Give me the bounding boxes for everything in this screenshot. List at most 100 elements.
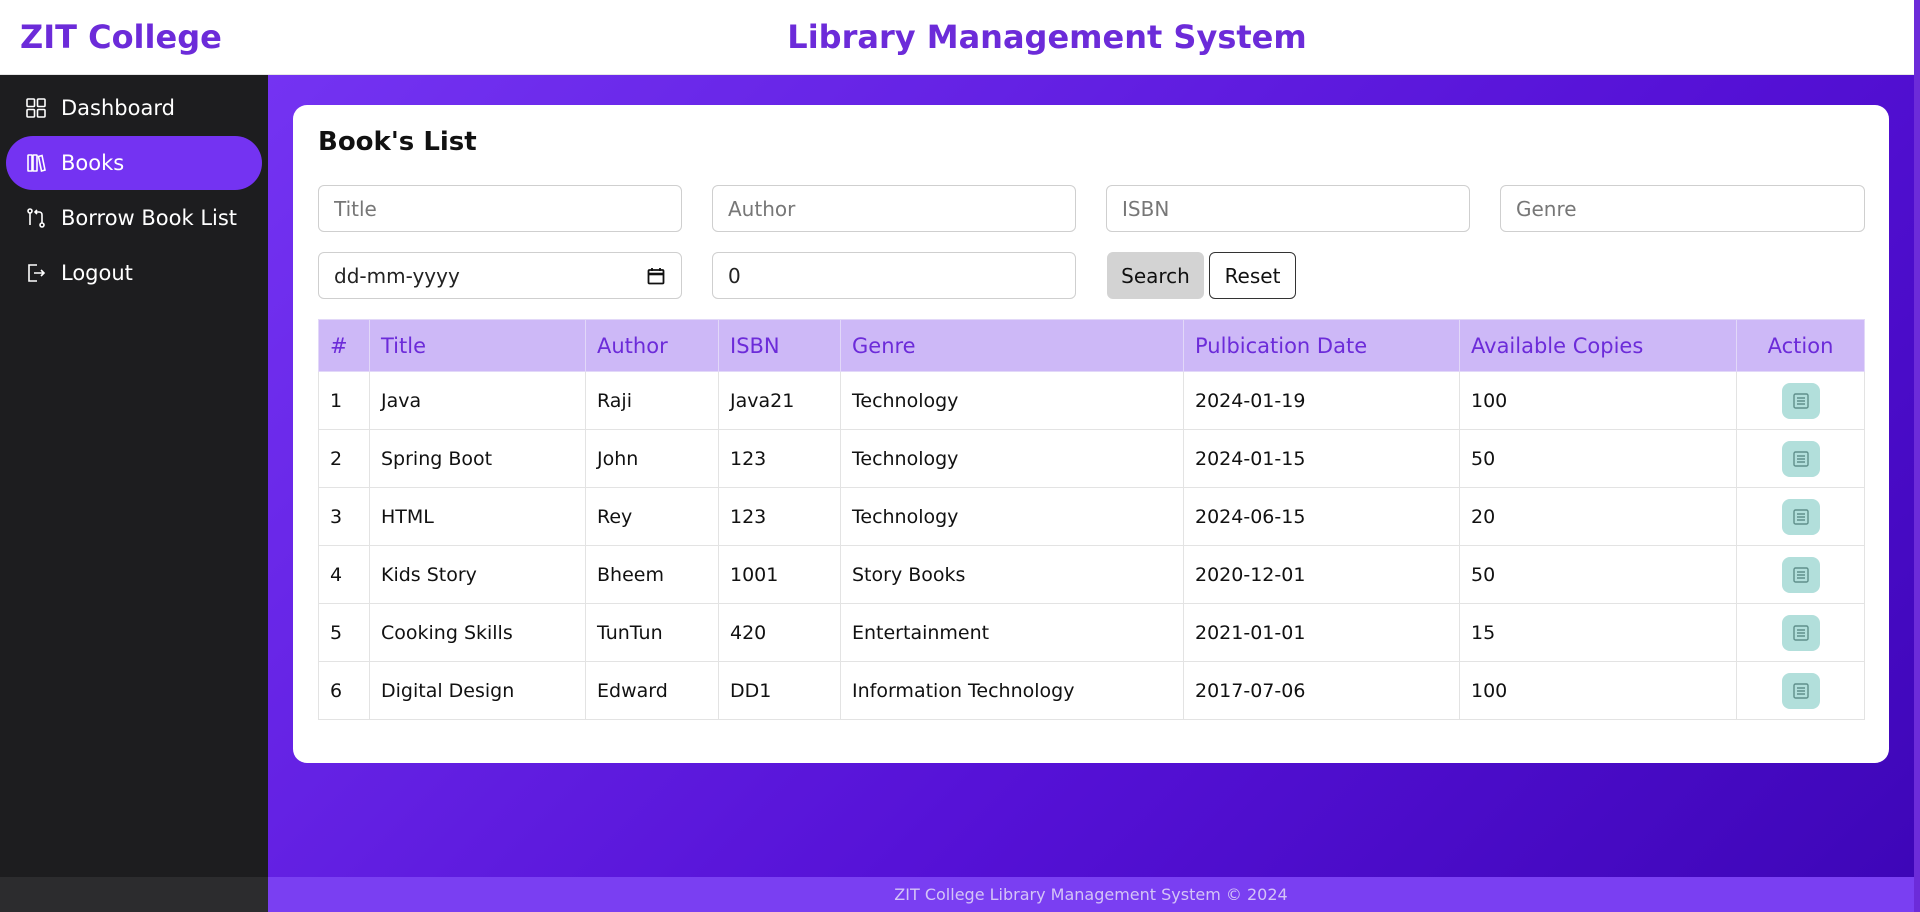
cell-title: Spring Boot: [369, 429, 586, 488]
publication-date-input[interactable]: dd-mm-yyyy: [318, 252, 682, 299]
cell-available-copies: 50: [1459, 545, 1737, 604]
available-copies-input[interactable]: [712, 252, 1076, 299]
table-row: 2 Spring Boot John 123 Technology 2024-01-15 5…: [318, 429, 1865, 488]
cell-isbn: 420: [718, 603, 841, 662]
cell-number: 6: [318, 661, 370, 720]
list-details-icon: [1792, 566, 1809, 583]
cell-number: 5: [318, 603, 370, 662]
cell-publication-date: 2024-06-15: [1183, 487, 1460, 546]
view-details-button[interactable]: [1781, 672, 1820, 709]
list-details-icon: [1792, 624, 1809, 641]
cell-available-copies: 100: [1459, 661, 1737, 720]
footer: ZIT College Library Management System © …: [0, 877, 1914, 912]
main-content: Book's List dd-mm-yyyy Search Reset # Ti…: [268, 75, 1914, 877]
sidebar-item-label: Logout: [61, 261, 133, 285]
cell-title: Digital Design: [369, 661, 586, 720]
sidebar-item-borrow-book-list[interactable]: Borrow Book List: [6, 191, 262, 245]
cell-title: Java: [369, 371, 586, 430]
reset-button[interactable]: Reset: [1209, 252, 1296, 299]
cell-number: 2: [318, 429, 370, 488]
page-scrollbar[interactable]: [1914, 0, 1920, 912]
column-header-action: Action: [1736, 319, 1865, 372]
sidebar-item-label: Dashboard: [61, 96, 175, 120]
sidebar-item-logout[interactable]: Logout: [6, 246, 262, 300]
cell-action: [1736, 429, 1865, 488]
search-button[interactable]: Search: [1107, 252, 1204, 299]
cell-action: [1736, 661, 1865, 720]
cell-author: Edward: [585, 661, 719, 720]
cell-action: [1736, 545, 1865, 604]
cell-title: Kids Story: [369, 545, 586, 604]
cell-available-copies: 15: [1459, 603, 1737, 662]
column-header-number: #: [318, 319, 370, 372]
cell-author: John: [585, 429, 719, 488]
cell-number: 4: [318, 545, 370, 604]
cell-isbn: 1001: [718, 545, 841, 604]
table-row: 3 HTML Rey 123 Technology 2024-06-15 20: [318, 487, 1865, 546]
sidebar-item-dashboard[interactable]: Dashboard: [6, 81, 262, 135]
title-filter-input[interactable]: [318, 185, 682, 232]
cell-publication-date: 2024-01-19: [1183, 371, 1460, 430]
top-header: ZIT College Library Management System: [0, 0, 1914, 75]
cell-genre: Technology: [840, 371, 1184, 430]
cell-action: [1736, 487, 1865, 546]
cell-publication-date: 2020-12-01: [1183, 545, 1460, 604]
borrow-icon: [25, 207, 47, 229]
view-details-button[interactable]: [1781, 440, 1820, 477]
logout-icon: [25, 262, 47, 284]
list-details-icon: [1792, 392, 1809, 409]
cell-genre: Story Books: [840, 545, 1184, 604]
table-row: 1 Java Raji Java21 Technology 2024-01-19 100: [318, 371, 1865, 430]
cell-action: [1736, 603, 1865, 662]
cell-title: Cooking Skills: [369, 603, 586, 662]
cell-genre: Entertainment: [840, 603, 1184, 662]
dashboard-grid-icon: [25, 97, 47, 119]
books-icon: [25, 152, 47, 174]
view-details-button[interactable]: [1781, 382, 1820, 419]
cell-author: Raji: [585, 371, 719, 430]
author-filter-input[interactable]: [712, 185, 1076, 232]
isbn-filter-input[interactable]: [1106, 185, 1470, 232]
books-card: Book's List dd-mm-yyyy Search Reset # Ti…: [293, 105, 1889, 763]
column-header-isbn: ISBN: [718, 319, 841, 372]
cell-available-copies: 100: [1459, 371, 1737, 430]
cell-isbn: 123: [718, 487, 841, 546]
column-header-publication-date: Pulbication Date: [1183, 319, 1460, 372]
list-details-icon: [1792, 508, 1809, 525]
cell-isbn: Java21: [718, 371, 841, 430]
cell-genre: Information Technology: [840, 661, 1184, 720]
calendar-icon[interactable]: [646, 266, 666, 286]
cell-title: HTML: [369, 487, 586, 546]
view-details-button[interactable]: [1781, 556, 1820, 593]
list-details-icon: [1792, 450, 1809, 467]
list-details-icon: [1792, 682, 1809, 699]
cell-author: Bheem: [585, 545, 719, 604]
card-title: Book's List: [318, 127, 477, 157]
sidebar-item-label: Books: [61, 151, 125, 175]
cell-genre: Technology: [840, 429, 1184, 488]
footer-copyright: ZIT College Library Management System © …: [894, 885, 1288, 904]
view-details-button[interactable]: [1781, 614, 1820, 651]
footer-sidebar-strip: [0, 877, 268, 912]
cell-available-copies: 20: [1459, 487, 1737, 546]
column-header-title: Title: [369, 319, 586, 372]
table-header-row: # Title Author ISBN Genre Pulbication Da…: [318, 319, 1865, 372]
view-details-button[interactable]: [1781, 498, 1820, 535]
cell-publication-date: 2024-01-15: [1183, 429, 1460, 488]
cell-author: Rey: [585, 487, 719, 546]
cell-isbn: DD1: [718, 661, 841, 720]
table-row: 6 Digital Design Edward DD1 Information Tech…: [318, 661, 1865, 720]
cell-author: TunTun: [585, 603, 719, 662]
sidebar-item-label: Borrow Book List: [61, 206, 238, 230]
cell-publication-date: 2017-07-06: [1183, 661, 1460, 720]
cell-number: 1: [318, 371, 370, 430]
genre-filter-input[interactable]: [1500, 185, 1865, 232]
column-header-available-copies: Available Copies: [1459, 319, 1737, 372]
table-row: 4 Kids Story Bheem 1001 Story Books 2020-12-0…: [318, 545, 1865, 604]
table-row: 5 Cooking Skills TunTun 420 Entertainment 202…: [318, 603, 1865, 662]
books-table: # Title Author ISBN Genre Pulbication Da…: [318, 319, 1865, 720]
sidebar-item-books[interactable]: Books: [6, 136, 262, 190]
column-header-genre: Genre: [840, 319, 1184, 372]
cell-publication-date: 2021-01-01: [1183, 603, 1460, 662]
cell-genre: Technology: [840, 487, 1184, 546]
